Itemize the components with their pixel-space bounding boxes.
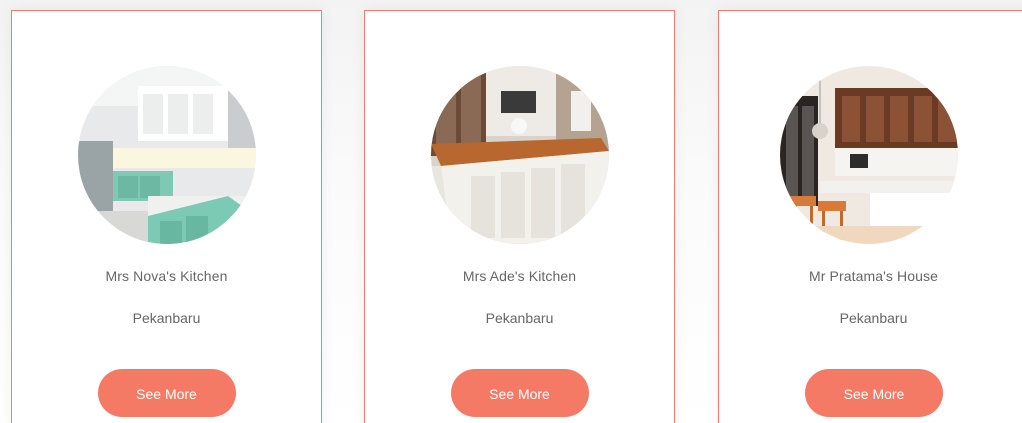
project-photo	[430, 66, 609, 244]
project-location: Pekanbaru	[839, 310, 908, 326]
kitchen-photo-bar-stools	[780, 66, 958, 244]
kitchen-photo-mint-cabinets	[77, 66, 256, 244]
project-name: Mr Pratama's House	[809, 268, 938, 284]
see-more-button[interactable]: See More	[450, 369, 589, 417]
project-name: Mrs Ade's Kitchen	[462, 268, 577, 284]
project-card: Mrs Nova's Kitchen Pekanbaru See More	[11, 10, 322, 423]
project-name: Mrs Nova's Kitchen	[105, 268, 228, 284]
kitchen-photo-white-island-wood-top	[430, 66, 609, 244]
see-more-button[interactable]: See More	[97, 369, 236, 417]
project-location: Pekanbaru	[485, 310, 554, 326]
see-more-button[interactable]: See More	[805, 369, 943, 417]
project-card: Mr Pratama's House Pekanbaru See More	[718, 10, 1022, 423]
project-photo	[77, 66, 256, 244]
project-location: Pekanbaru	[132, 310, 201, 326]
project-photo	[780, 66, 958, 244]
project-gallery: Mrs Nova's Kitchen Pekanbaru See More Mr…	[0, 0, 1022, 423]
project-card: Mrs Ade's Kitchen Pekanbaru See More	[364, 10, 675, 423]
